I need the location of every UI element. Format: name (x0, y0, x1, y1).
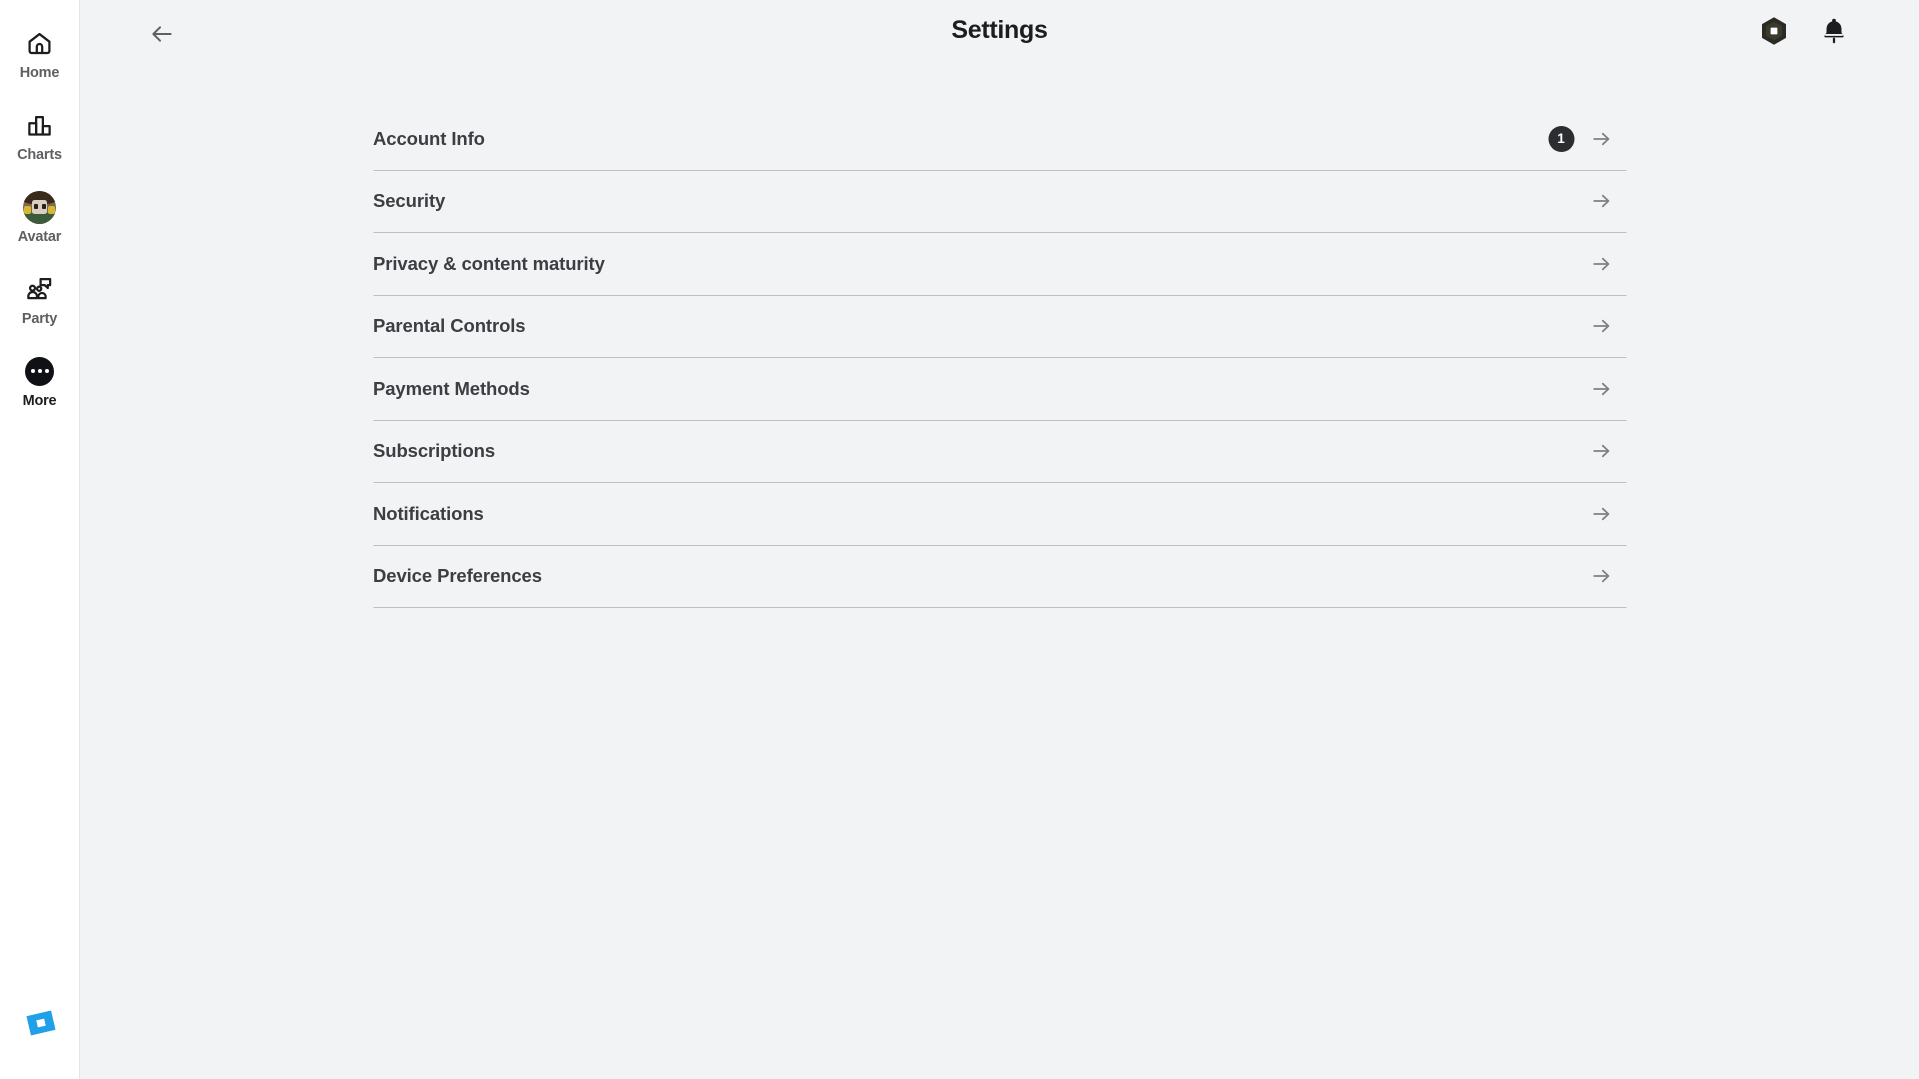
settings-row-security[interactable]: Security (373, 171, 1626, 233)
settings-row-subscriptions[interactable]: Subscriptions (373, 421, 1626, 483)
chevron-right-arrow-icon (1588, 126, 1614, 152)
settings-row-right (1588, 563, 1626, 589)
settings-row-label: Notifications (373, 502, 484, 524)
avatar-icon (23, 190, 56, 224)
settings-list: Account Info 1 Security Privacy & conten… (373, 108, 1626, 608)
charts-icon (26, 108, 53, 142)
sidebar-item-label-charts: Charts (17, 147, 62, 163)
left-nav-rail: Home Charts Avatar Party More (0, 0, 80, 1079)
chevron-right-arrow-icon (1588, 376, 1614, 402)
settings-row-right (1588, 438, 1626, 464)
settings-row-privacy-content-maturity[interactable]: Privacy & content maturity (373, 233, 1626, 296)
settings-row-label: Payment Methods (373, 377, 530, 399)
settings-row-right (1588, 501, 1626, 527)
settings-row-notifications[interactable]: Notifications (373, 483, 1626, 546)
sidebar-item-more[interactable]: More (0, 354, 80, 416)
settings-row-label: Parental Controls (373, 315, 526, 337)
chevron-right-arrow-icon (1588, 188, 1614, 214)
settings-row-account-info[interactable]: Account Info 1 (373, 108, 1626, 171)
settings-row-device-preferences[interactable]: Device Preferences (373, 546, 1626, 608)
chevron-right-arrow-icon (1588, 251, 1614, 277)
party-icon (26, 272, 54, 306)
avatar (23, 190, 56, 224)
settings-row-parental-controls[interactable]: Parental Controls (373, 296, 1626, 358)
robux-hexagon-icon (1758, 15, 1790, 52)
notification-bell-icon (1819, 16, 1849, 51)
notifications-button[interactable] (1817, 16, 1851, 50)
top-bar-actions (1757, 16, 1851, 50)
settings-row-label: Account Info (373, 127, 485, 149)
robux-button[interactable] (1757, 16, 1791, 50)
settings-row-right (1588, 188, 1626, 214)
chevron-right-arrow-icon (1588, 438, 1614, 464)
home-icon (26, 26, 53, 60)
status-badge: 1 (1548, 125, 1574, 152)
chevron-right-arrow-icon (1588, 501, 1614, 527)
settings-row-label: Device Preferences (373, 565, 542, 587)
sidebar-item-charts[interactable]: Charts (0, 108, 80, 170)
settings-row-right: 1 (1548, 125, 1626, 152)
rail-item-list: Home Charts Avatar Party More (0, 0, 79, 416)
sidebar-item-label-more: More (22, 393, 57, 409)
chevron-right-arrow-icon (1588, 563, 1614, 589)
sidebar-item-label-home: Home (19, 65, 60, 81)
sidebar-item-home[interactable]: Home (0, 26, 80, 88)
settings-row-label: Security (373, 190, 446, 212)
top-bar: Settings (80, 0, 1919, 70)
chevron-right-arrow-icon (1588, 313, 1614, 339)
settings-row-label: Subscriptions (373, 440, 496, 462)
app-root: Home Charts Avatar Party More Settings A… (0, 0, 1919, 1079)
page-title: Settings (951, 16, 1048, 44)
roblox-logo-icon[interactable] (23, 1005, 59, 1041)
sidebar-item-party[interactable]: Party (0, 272, 80, 334)
settings-row-right (1588, 313, 1626, 339)
sidebar-item-avatar[interactable]: Avatar (0, 190, 80, 252)
sidebar-item-label-avatar: Avatar (17, 229, 62, 245)
sidebar-item-label-party: Party (21, 311, 58, 327)
settings-row-right (1588, 376, 1626, 402)
more-dots-icon (25, 354, 54, 388)
settings-row-label: Privacy & content maturity (373, 252, 605, 274)
settings-row-payment-methods[interactable]: Payment Methods (373, 358, 1626, 421)
settings-row-right (1588, 251, 1626, 277)
main-content: Settings Account Info 1 Security Privacy… (80, 0, 1919, 1079)
